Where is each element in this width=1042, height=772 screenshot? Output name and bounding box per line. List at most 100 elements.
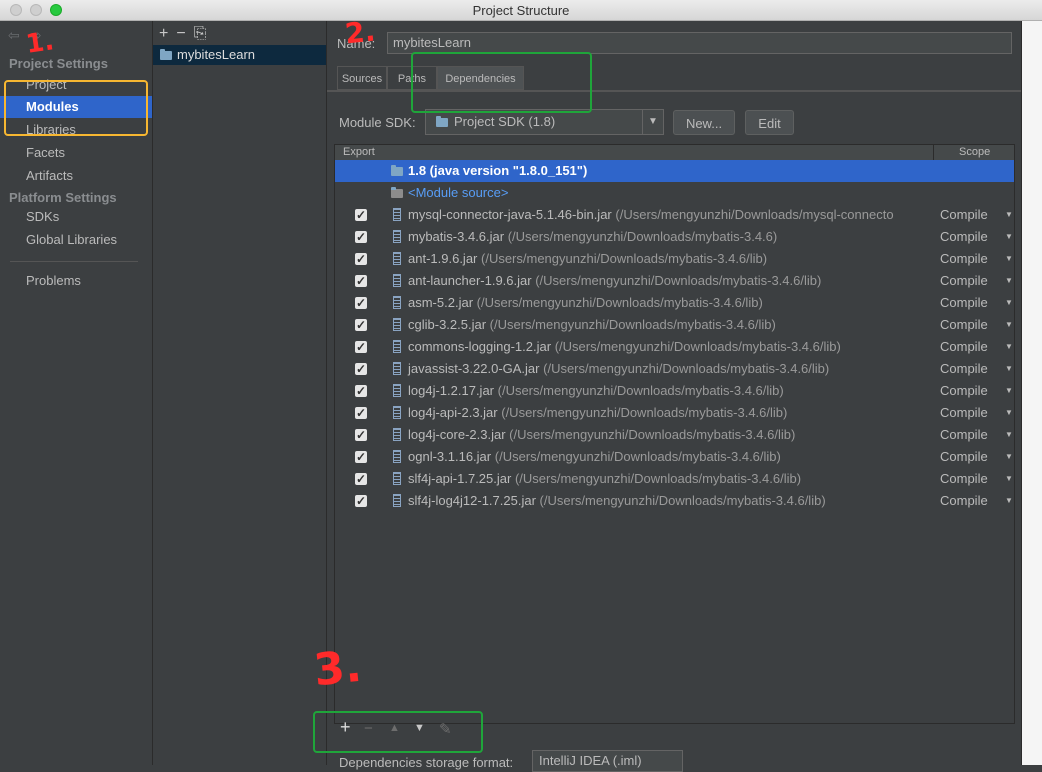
dependency-path: (/Users/mengyunzhi/Downloads/mybatis-3.4… [507,229,778,244]
dependency-path: (/Users/mengyunzhi/Downloads/mybatis-3.4… [476,295,763,310]
sidebar-item-facets[interactable]: Facets [0,142,152,164]
export-checkbox[interactable] [355,446,367,468]
dependency-name: log4j-1.2.17.jar [408,383,494,398]
jar-icon [393,384,401,397]
edit-sdk-button[interactable]: Edit [745,110,794,135]
table-row[interactable]: mysql-connector-java-5.1.46-bin.jar (/Us… [335,204,1014,226]
scope-select[interactable]: Compile [940,402,1000,424]
dependency-path: (/Users/mengyunzhi/Downloads/mybatis-3.4… [554,339,841,354]
jar-icon [393,406,401,419]
scope-select[interactable]: Compile [940,248,1000,270]
copy-module-icon[interactable]: ⎘ [194,25,207,42]
table-row[interactable]: mybatis-3.4.6.jar (/Users/mengyunzhi/Dow… [335,226,1014,248]
dependency-name: slf4j-api-1.7.25.jar [408,471,512,486]
sidebar-item-problems[interactable]: Problems [0,270,152,292]
scope-select[interactable]: Compile [940,358,1000,380]
export-checkbox[interactable] [355,380,367,402]
export-checkbox[interactable] [355,226,367,248]
new-sdk-button[interactable]: New... [673,110,735,135]
table-row[interactable]: cglib-3.2.5.jar (/Users/mengyunzhi/Downl… [335,314,1014,336]
table-row[interactable]: <Module source> [335,182,1014,204]
export-checkbox[interactable] [355,336,367,358]
dependency-path: (/Users/mengyunzhi/Downloads/mybatis-3.4… [539,493,826,508]
export-checkbox[interactable] [355,468,367,490]
jar-icon [393,252,401,265]
add-module-icon[interactable]: + [159,25,168,42]
scope-select[interactable]: Compile [940,490,1000,512]
platform-settings-heading: Platform Settings [9,190,117,205]
annotation-green-box-toolbar [313,711,483,753]
module-sdk-label: Module SDK: [339,115,416,130]
scope-select[interactable]: Compile [940,270,1000,292]
dependency-path: (/Users/mengyunzhi/Downloads/mybatis-3.4… [543,361,830,376]
dependency-name: log4j-core-2.3.jar [408,427,506,442]
export-checkbox[interactable] [355,402,367,424]
chevron-down-icon: ▼ [1005,452,1013,461]
tab-sources[interactable]: Sources [337,66,387,90]
dependency-path: (/Users/mengyunzhi/Downloads/mybatis-3.4… [489,317,776,332]
jar-icon [393,428,401,441]
remove-module-icon[interactable]: − [176,25,185,42]
chevron-down-icon: ▼ [1005,210,1013,219]
table-row[interactable]: slf4j-api-1.7.25.jar (/Users/mengyunzhi/… [335,468,1014,490]
scope-select[interactable]: Compile [940,424,1000,446]
export-checkbox[interactable] [355,358,367,380]
chevron-down-icon: ▼ [1005,320,1013,329]
jar-icon [393,208,401,221]
table-row[interactable]: ant-1.9.6.jar (/Users/mengyunzhi/Downloa… [335,248,1014,270]
table-row[interactable]: asm-5.2.jar (/Users/mengyunzhi/Downloads… [335,292,1014,314]
table-row[interactable]: log4j-api-2.3.jar (/Users/mengyunzhi/Dow… [335,402,1014,424]
table-row[interactable]: log4j-core-2.3.jar (/Users/mengyunzhi/Do… [335,424,1014,446]
table-row[interactable]: slf4j-log4j12-1.7.25.jar (/Users/mengyun… [335,490,1014,512]
scope-select[interactable]: Compile [940,446,1000,468]
scope-select[interactable]: Compile [940,292,1000,314]
export-checkbox[interactable] [355,424,367,446]
jar-icon [393,450,401,463]
dependency-name: cglib-3.2.5.jar [408,317,487,332]
export-column-header[interactable]: Export [343,146,375,158]
sidebar-item-sdks[interactable]: SDKs [0,206,152,228]
module-item-label: mybitesLearn [177,47,256,62]
table-row[interactable]: javassist-3.22.0-GA.jar (/Users/mengyunz… [335,358,1014,380]
export-checkbox[interactable] [355,490,367,512]
table-header: Export Scope [335,145,1014,161]
jar-icon [393,494,401,507]
scope-select[interactable]: Compile [940,336,1000,358]
background-window [1022,21,1042,765]
sidebar-item-artifacts[interactable]: Artifacts [0,165,152,187]
scope-select[interactable]: Compile [940,314,1000,336]
export-checkbox[interactable] [355,204,367,226]
dependency-name: log4j-api-2.3.jar [408,405,498,420]
sidebar-item-global-libraries[interactable]: Global Libraries [0,229,152,251]
export-checkbox[interactable] [355,292,367,314]
scope-select[interactable]: Compile [940,468,1000,490]
chevron-down-icon: ▼ [1005,364,1013,373]
table-row[interactable]: commons-logging-1.2.jar (/Users/mengyunz… [335,336,1014,358]
module-source-folder-icon [391,187,403,198]
export-checkbox[interactable] [355,248,367,270]
table-row[interactable]: ant-launcher-1.9.6.jar (/Users/mengyunzh… [335,270,1014,292]
dependency-name: ognl-3.1.16.jar [408,449,492,464]
jar-icon [393,362,401,375]
module-name-input[interactable]: mybitesLearn [387,32,1012,54]
scope-select[interactable]: Compile [940,204,1000,226]
back-arrow-icon[interactable]: ⇦ [8,27,20,43]
table-row[interactable]: 1.8 (java version "1.8.0_151") [335,160,1014,182]
dependency-name: ant-1.9.6.jar [408,251,478,266]
export-checkbox[interactable] [355,270,367,292]
table-row[interactable]: ognl-3.1.16.jar (/Users/mengyunzhi/Downl… [335,446,1014,468]
module-item-mybiteslearn[interactable]: mybitesLearn [153,45,326,65]
scope-select[interactable]: Compile [940,226,1000,248]
chevron-down-icon: ▼ [1005,408,1013,417]
dependency-path: (/Users/mengyunzhi/Downloads/mybatis-3.4… [481,251,768,266]
project-settings-heading: Project Settings [9,56,108,71]
dependency-path: (/Users/mengyunzhi/Downloads/mybatis-3.4… [514,471,802,486]
scope-select[interactable]: Compile [940,380,1000,402]
table-row[interactable]: log4j-1.2.17.jar (/Users/mengyunzhi/Down… [335,380,1014,402]
chevron-down-icon: ▼ [642,110,663,134]
dependency-name: asm-5.2.jar [408,295,474,310]
scope-column-header[interactable]: Scope [959,146,990,158]
export-checkbox[interactable] [355,314,367,336]
storage-format-select[interactable]: IntelliJ IDEA (.iml) [532,750,683,772]
dependency-name: mysql-connector-java-5.1.46-bin.jar [408,207,612,222]
